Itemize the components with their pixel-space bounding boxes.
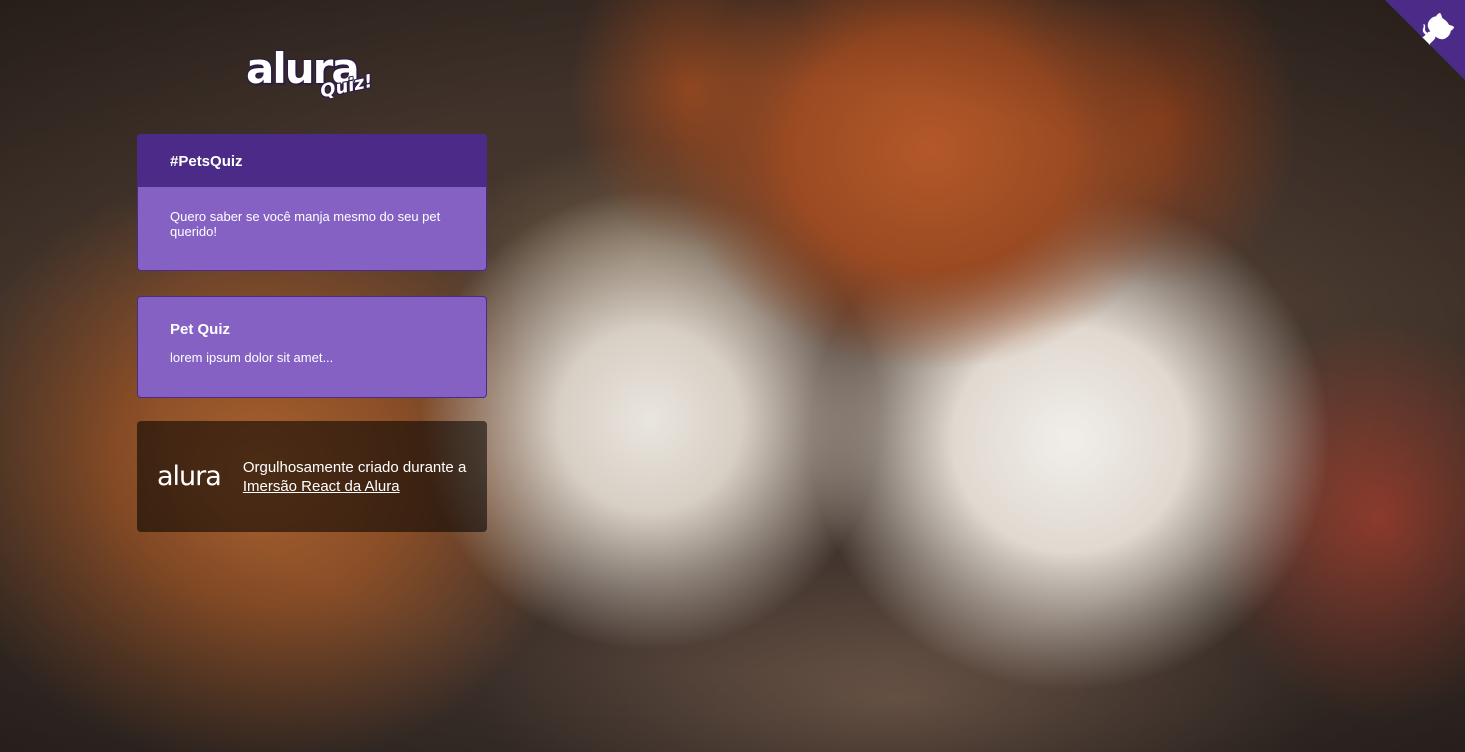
widget-title: #PetsQuiz <box>170 152 243 170</box>
footer-text-prefix: Orgulhosamente criado durante a <box>242 458 467 476</box>
quiz-intro-widget: #PetsQuiz Quero saber se você manja mesm… <box>137 134 487 271</box>
github-octocat-icon <box>1385 0 1465 80</box>
alura-quiz-logo: alura Quiz! <box>246 48 381 108</box>
widget-description: Quero saber se você manja mesmo do seu p… <box>170 209 441 239</box>
page: alura Quiz! #PetsQuiz Quero saber se voc… <box>0 0 1465 752</box>
pet-quiz-description: lorem ipsum dolor sit amet... <box>170 350 334 365</box>
github-corner-link[interactable] <box>1385 0 1465 80</box>
alura-logo: alura <box>157 461 222 492</box>
footer: alura Orgulhosamente criado durante a Im… <box>137 421 487 532</box>
imersao-react-link[interactable]: Imersão React da Alura <box>243 478 400 495</box>
widget-body: Quero saber se você manja mesmo do seu p… <box>138 187 486 239</box>
footer-text: Orgulhosamente criado durante a Imersão … <box>243 458 467 496</box>
pet-quiz-title: Pet Quiz <box>170 321 231 338</box>
widget-header: #PetsQuiz <box>138 135 486 187</box>
pet-quiz-widget[interactable]: Pet Quiz lorem ipsum dolor sit amet... <box>137 296 487 398</box>
